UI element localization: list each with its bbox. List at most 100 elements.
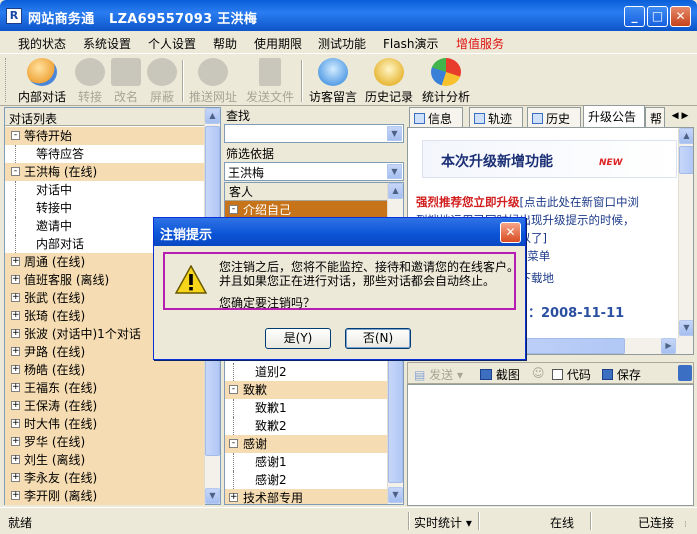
expand-icon[interactable]: + (11, 437, 20, 446)
transfer-button[interactable]: 转接 (72, 56, 108, 104)
menu-help[interactable]: 帮助 (213, 35, 237, 52)
expand-icon[interactable]: + (11, 383, 20, 392)
expand-icon[interactable]: + (11, 455, 20, 464)
block-button[interactable]: 屏蔽 (144, 56, 180, 104)
quick-reply-item[interactable]: 感谢2 (225, 471, 388, 489)
screenshot-button[interactable]: 截图 (480, 366, 520, 383)
chevron-left-icon[interactable]: ◀ (672, 111, 679, 121)
send-button[interactable]: ▤ 发送 ▾ (414, 366, 463, 383)
expand-icon[interactable]: + (229, 493, 238, 502)
title-bar[interactable]: R 网站商务通 LZA69557093 王洪梅 _ □ ✕ (0, 0, 697, 31)
scroll-up-icon[interactable]: ▲ (679, 128, 693, 144)
scroll-thumb[interactable] (679, 146, 693, 174)
quick-reply-group[interactable]: - 致歉 (225, 381, 388, 399)
tab-help[interactable]: 帮 (645, 107, 665, 127)
conversation-group-row[interactable]: + 王福东 (在线) (5, 379, 205, 397)
quick-reply-group[interactable]: - 感谢 (225, 435, 388, 453)
internal-chat-button[interactable]: 内部对话 (14, 56, 70, 104)
toolbar-overflow-icon[interactable] (678, 365, 692, 381)
tab-scroll-arrows[interactable]: ◀ ▶ (666, 108, 694, 125)
collapse-icon[interactable]: - (11, 167, 20, 176)
expand-icon[interactable]: + (11, 347, 20, 356)
tab-history[interactable]: 历史 (527, 107, 581, 127)
chevron-down-icon[interactable]: ▼ (387, 126, 402, 141)
notice-line[interactable]: 强烈推荐您立即升级[点击此处在新窗口中浏 (416, 194, 639, 210)
conversation-group-row[interactable]: + 时大伟 (在线) (5, 415, 205, 433)
send-file-button[interactable]: 发送文件 (242, 56, 298, 104)
collapse-icon[interactable]: - (229, 205, 238, 214)
conversation-group-row[interactable]: + 李开刚 (离线) (5, 487, 205, 505)
collapse-icon[interactable]: - (229, 439, 238, 448)
expand-icon[interactable]: + (11, 491, 20, 500)
scroll-right-icon[interactable]: ▶ (661, 338, 676, 354)
conversation-group-row[interactable]: + 杨皓 (在线) (5, 361, 205, 379)
emoji-icon[interactable]: ☺ (532, 366, 545, 380)
chevron-down-icon[interactable]: ▼ (387, 164, 402, 179)
scroll-up-icon[interactable]: ▲ (388, 183, 403, 199)
toolbar-grip[interactable] (5, 58, 8, 102)
conversation-group-row[interactable]: - 等待开始 (5, 127, 205, 145)
quick-reply-item[interactable]: 道别2 (225, 363, 388, 381)
conversation-group-row[interactable]: + 李永友 (在线) (5, 469, 205, 487)
notice-link[interactable]: [点击此处在新窗口中浏 (520, 195, 640, 209)
filter-select[interactable]: 王洪梅 ▼ (224, 162, 404, 181)
expand-icon[interactable]: + (11, 365, 20, 374)
save-button[interactable]: 保存 (602, 366, 641, 383)
code-button[interactable]: 代码 (552, 366, 591, 383)
dialog-close-button[interactable]: ✕ (500, 222, 521, 243)
tab-track[interactable]: 轨迹 (469, 107, 523, 127)
notice-scrollbar[interactable]: ▲ ▼ (678, 128, 693, 338)
quick-reply-item[interactable]: 感谢1 (225, 453, 388, 471)
collapse-icon[interactable]: - (11, 131, 20, 140)
expand-icon[interactable]: + (11, 257, 20, 266)
reply-input[interactable] (407, 384, 694, 506)
expand-icon[interactable]: + (11, 419, 20, 428)
conversation-subitem-row[interactable]: 等待应答 (5, 145, 205, 163)
menu-test-features[interactable]: 测试功能 (318, 35, 366, 52)
realtime-stats-button[interactable]: 实时统计 ▾ (414, 514, 472, 531)
menu-my-status[interactable]: 我的状态 (18, 35, 66, 52)
conversation-subitem-row[interactable]: 对话中 (5, 181, 205, 199)
quick-reply-item[interactable]: 致歉2 (225, 417, 388, 435)
dialog-title-bar[interactable]: 注销提示 ✕ (154, 218, 525, 246)
statistics-button[interactable]: 统计分析 (418, 56, 474, 104)
scroll-down-icon[interactable]: ▼ (388, 487, 403, 503)
expand-icon[interactable]: + (11, 401, 20, 410)
visitor-message-button[interactable]: 访客留言 (306, 56, 360, 104)
conversation-group-row[interactable]: + 刘生 (离线) (5, 451, 205, 469)
menu-system-settings[interactable]: 系统设置 (83, 35, 131, 52)
scroll-down-icon[interactable]: ▼ (205, 488, 220, 504)
rename-button[interactable]: 改名 (108, 56, 144, 104)
search-input[interactable]: ▼ (224, 124, 404, 143)
expand-icon[interactable]: + (11, 275, 20, 284)
scroll-up-icon[interactable]: ▲ (205, 108, 220, 124)
history-button[interactable]: 历史记录 (362, 56, 416, 104)
expand-icon[interactable]: + (11, 329, 20, 338)
expand-icon[interactable]: + (11, 311, 20, 320)
resize-grip[interactable]: ⁞ (684, 520, 687, 530)
minimize-button[interactable]: _ (624, 6, 645, 27)
menu-flash-demo[interactable]: Flash演示 (383, 35, 438, 52)
conversation-group-row[interactable]: - 王洪梅 (在线) (5, 163, 205, 181)
expand-icon[interactable]: + (11, 473, 20, 482)
conversation-group-row[interactable]: + 王保涛 (在线) (5, 397, 205, 415)
status-online: 在线 (550, 516, 575, 530)
no-button[interactable]: 否(N) (345, 328, 411, 349)
yes-button[interactable]: 是(Y) (265, 328, 331, 349)
tab-upgrade-notice[interactable]: 升级公告 (583, 105, 645, 127)
push-url-button[interactable]: 推送网址 (186, 56, 240, 104)
menu-value-added-services[interactable]: 增值服务 (456, 35, 504, 52)
chevron-right-icon[interactable]: ▶ (681, 111, 688, 121)
quick-reply-group[interactable]: + 技术部专用 (225, 489, 388, 504)
conversation-subitem-row[interactable]: 转接中 (5, 199, 205, 217)
quick-reply-item[interactable]: 致歉1 (225, 399, 388, 417)
conversation-group-row[interactable]: + 罗华 (在线) (5, 433, 205, 451)
menu-personal-settings[interactable]: 个人设置 (148, 35, 196, 52)
menu-usage-period[interactable]: 使用期限 (254, 35, 302, 52)
expand-icon[interactable]: + (11, 293, 20, 302)
scroll-down-icon[interactable]: ▼ (679, 320, 693, 336)
maximize-button[interactable]: □ (647, 6, 668, 27)
collapse-icon[interactable]: - (229, 385, 238, 394)
tab-info[interactable]: 信息 (409, 107, 463, 127)
close-button[interactable]: ✕ (670, 6, 691, 27)
